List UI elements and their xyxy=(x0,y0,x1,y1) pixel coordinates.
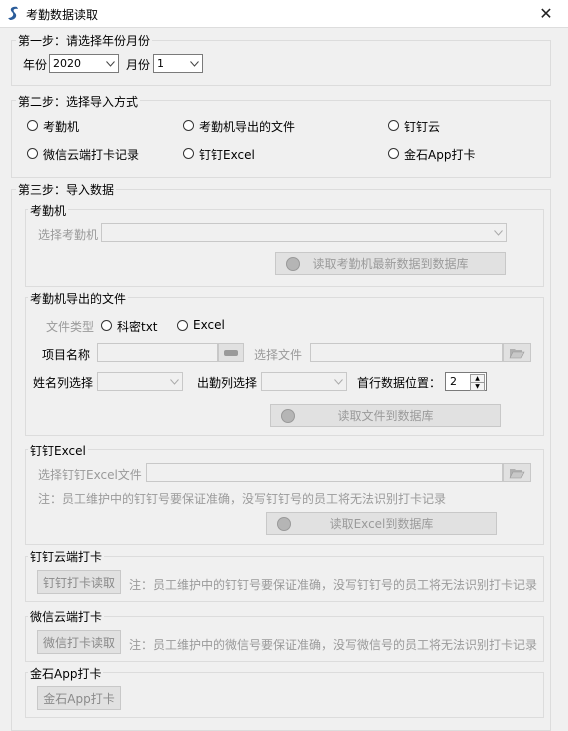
title-bar: 考勤数据读取 ✕ xyxy=(0,0,568,28)
machine-legend: 考勤机 xyxy=(28,202,69,219)
read-machine-button[interactable]: 读取考勤机最新数据到数据库 xyxy=(275,252,506,275)
select-file-label: 选择文件 xyxy=(254,348,303,362)
option-label-dingding-cloud: 钉钉云 xyxy=(404,120,441,134)
option-label-dingding-excel: 钉钉Excel xyxy=(199,148,255,162)
jinshi-read-button-label: 金石App打卡 xyxy=(43,691,115,706)
browse-file-button[interactable] xyxy=(503,343,531,362)
name-column-label: 姓名列选择 xyxy=(33,376,94,390)
radio-attendance-machine[interactable] xyxy=(27,120,38,131)
radio-excel[interactable] xyxy=(177,320,188,331)
chevron-down-icon xyxy=(166,373,182,390)
step2-legend: 第二步：选择导入方式 xyxy=(16,93,141,110)
globe-icon xyxy=(277,516,291,531)
globe-icon xyxy=(286,256,300,271)
month-select[interactable]: 1 xyxy=(153,54,203,73)
folder-open-icon xyxy=(509,468,525,478)
chevron-down-icon xyxy=(186,55,202,72)
hand-pointer-icon xyxy=(224,349,238,356)
file-type-excel-label: Excel xyxy=(193,318,225,332)
radio-jinshi-app[interactable] xyxy=(388,148,399,159)
read-file-button[interactable]: 读取文件到数据库 xyxy=(270,404,501,427)
globe-icon xyxy=(281,408,295,423)
file-path-field[interactable] xyxy=(310,343,503,362)
dingding-excel-path-field[interactable] xyxy=(146,463,503,482)
radio-dingding-cloud[interactable] xyxy=(388,120,399,131)
dingding-read-button[interactable]: 钉钉打卡读取 xyxy=(37,570,121,594)
step2-group xyxy=(11,100,551,178)
dingding-excel-note: 注：员工维护中的钉钉号要保证准确，没写钉钉号的员工将无法识别打卡记录 xyxy=(38,492,447,506)
project-picker-button[interactable] xyxy=(218,343,244,362)
attendance-column-select[interactable] xyxy=(261,372,347,391)
radio-kemi-txt[interactable] xyxy=(101,320,112,331)
chevron-down-icon xyxy=(330,373,346,390)
year-select[interactable]: 2020 xyxy=(49,54,119,73)
dingding-cloud-note: 注：员工维护中的钉钉号要保证准确，没写钉钉号的员工将无法识别打卡记录 xyxy=(129,578,538,592)
jinshi-legend: 金石App打卡 xyxy=(28,665,104,682)
wechat-read-button-label: 微信打卡读取 xyxy=(42,635,115,650)
file-legend: 考勤机导出的文件 xyxy=(28,290,129,307)
chevron-down-icon xyxy=(490,224,506,241)
dingding-excel-legend: 钉钉Excel xyxy=(28,442,88,459)
read-machine-button-label: 读取考勤机最新数据到数据库 xyxy=(312,257,469,271)
file-type-label: 文件类型 xyxy=(46,320,95,334)
name-column-select[interactable] xyxy=(97,372,183,391)
close-icon[interactable]: ✕ xyxy=(524,0,568,27)
jinshi-read-button[interactable]: 金石App打卡 xyxy=(37,686,121,710)
month-value: 1 xyxy=(157,57,164,70)
wechat-cloud-legend: 微信云端打卡 xyxy=(28,608,105,625)
option-label-wechat-cloud: 微信云端打卡记录 xyxy=(43,148,140,162)
year-value: 2020 xyxy=(53,57,81,70)
option-label-machine-file: 考勤机导出的文件 xyxy=(199,120,296,134)
option-label-jinshi-app: 金石App打卡 xyxy=(404,148,476,162)
radio-wechat-cloud[interactable] xyxy=(27,148,38,159)
step3-legend: 第三步：导入数据 xyxy=(16,181,117,198)
read-file-button-label: 读取文件到数据库 xyxy=(337,409,434,423)
first-row-label: 首行数据位置： xyxy=(357,376,442,390)
browse-excel-button[interactable] xyxy=(503,463,531,482)
select-dingding-excel-label: 选择钉钉Excel文件 xyxy=(38,468,142,482)
first-row-value: 2 xyxy=(450,375,457,388)
wechat-cloud-note: 注：员工维护中的微信号要保证准确，没写微信号的员工将无法识别打卡记录 xyxy=(129,638,538,652)
arrow-down-icon[interactable]: ▼ xyxy=(470,382,485,391)
read-excel-button-label: 读取Excel到数据库 xyxy=(329,517,434,531)
option-label-machine: 考勤机 xyxy=(43,120,80,134)
machine-select[interactable] xyxy=(101,223,507,242)
app-logo-icon xyxy=(8,6,18,20)
machine-group xyxy=(25,209,544,287)
attendance-column-label: 出勤列选择 xyxy=(197,376,258,390)
file-type-kemi-label: 科密txt xyxy=(117,320,158,334)
wechat-read-button[interactable]: 微信打卡读取 xyxy=(37,630,121,654)
month-label: 月份 xyxy=(126,58,151,72)
year-label: 年份 xyxy=(23,58,48,72)
chevron-down-icon xyxy=(102,55,118,72)
radio-machine-file[interactable] xyxy=(183,120,194,131)
select-machine-label: 选择考勤机 xyxy=(38,228,99,242)
step1-legend: 第一步：请选择年份月份 xyxy=(16,32,153,49)
dingding-cloud-legend: 钉钉云端打卡 xyxy=(28,548,105,565)
window-title: 考勤数据读取 xyxy=(26,8,99,22)
read-excel-button[interactable]: 读取Excel到数据库 xyxy=(266,512,497,535)
project-name-label: 项目名称 xyxy=(42,348,91,362)
dingding-read-button-label: 钉钉打卡读取 xyxy=(42,575,115,590)
radio-dingding-excel[interactable] xyxy=(183,148,194,159)
folder-open-icon xyxy=(509,348,525,358)
project-name-field[interactable] xyxy=(97,343,218,362)
first-row-stepper[interactable]: 2 ▲ ▼ xyxy=(445,372,487,391)
